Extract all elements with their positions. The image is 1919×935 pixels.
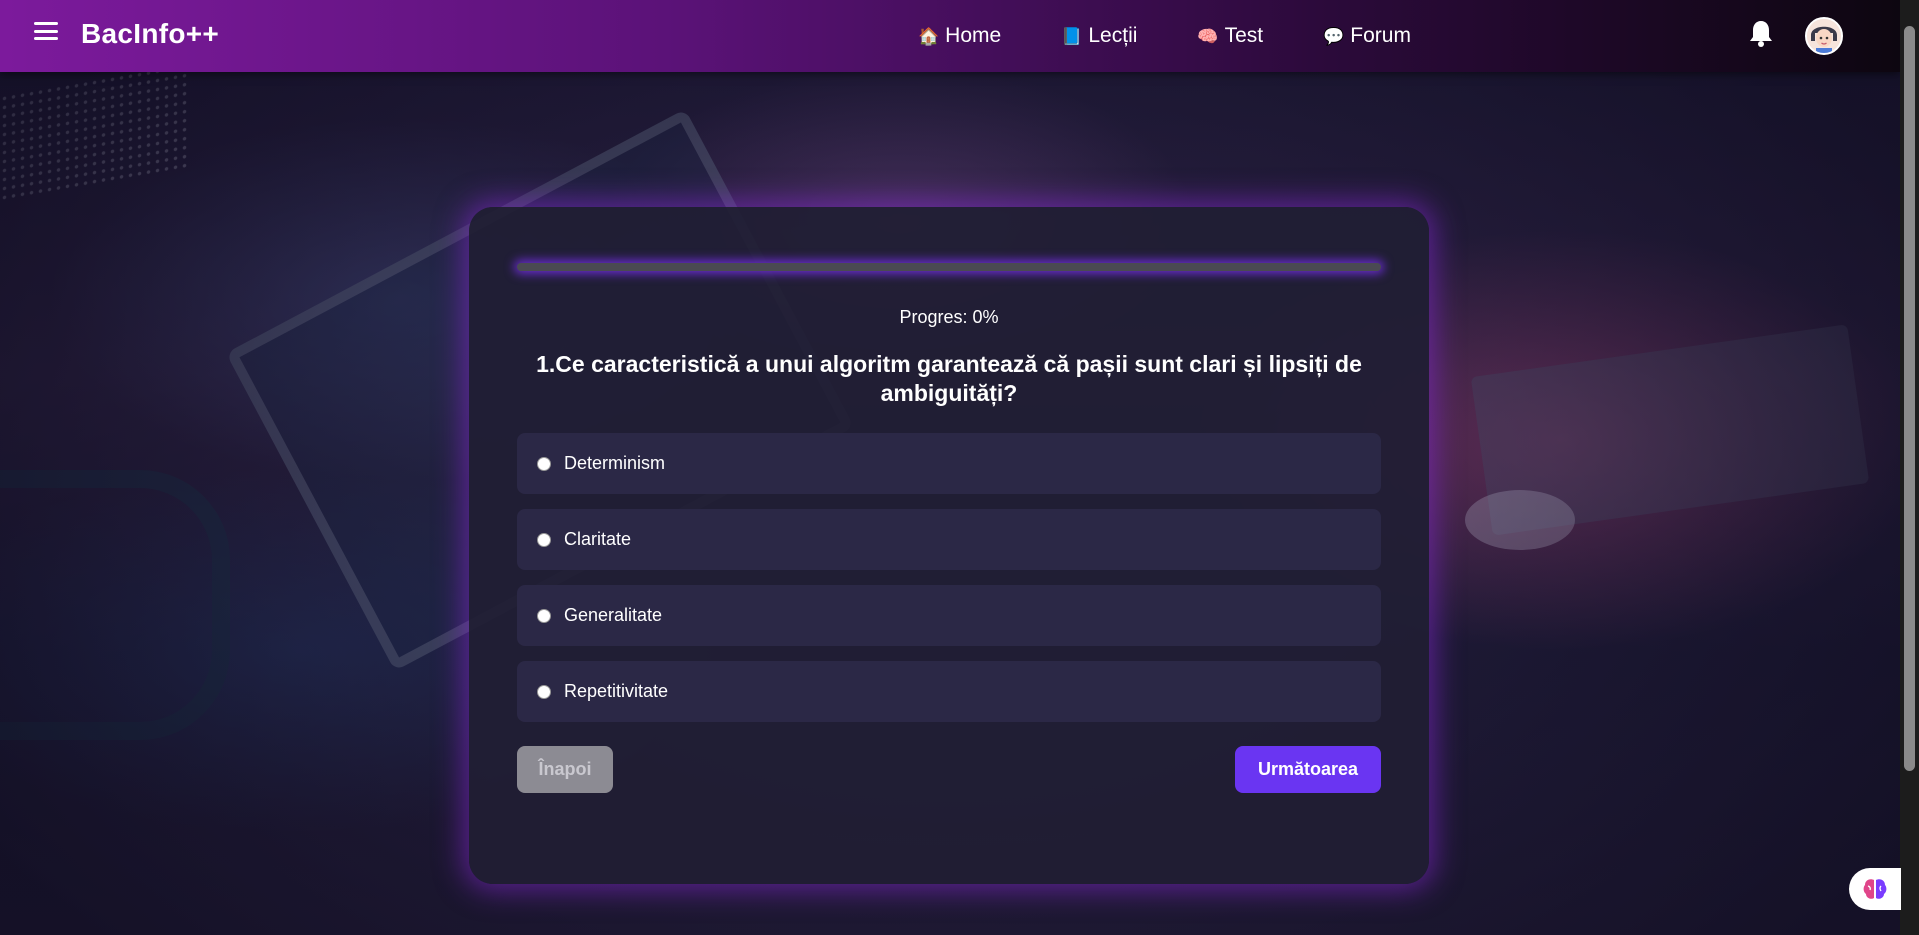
notification-bell-icon[interactable] — [1748, 19, 1774, 47]
page-scrollbar[interactable] — [1900, 0, 1919, 935]
radio-button[interactable] — [537, 684, 551, 699]
answer-option-repetitivitate[interactable]: Repetitivitate — [517, 661, 1381, 722]
answer-option-label: Repetitivitate — [564, 681, 669, 701]
answer-option-determinism[interactable]: Determinism — [517, 433, 1381, 494]
nav-link-home[interactable]: 🏠 Home — [918, 24, 1001, 48]
book-icon: 📘 — [1061, 26, 1083, 46]
brain-icon: 🧠 — [1197, 26, 1219, 46]
nav-link-label: Test — [1224, 24, 1264, 47]
speech-bubble-icon: 💬 — [1323, 26, 1345, 46]
radio-button[interactable] — [537, 608, 551, 623]
assistant-widget[interactable] — [1849, 868, 1901, 910]
answer-option-label: Claritate — [564, 529, 632, 549]
user-avatar[interactable] — [1805, 17, 1843, 55]
main-nav: 🏠 Home 📘 Lecții 🧠 Test 💬 Forum — [918, 0, 1471, 72]
quiz-card: Progres: 0% 1.Ce caracteristică a unui a… — [469, 207, 1429, 884]
answer-option-label: Generalitate — [564, 605, 663, 625]
answer-options: Determinism Claritate Generalitate Repet… — [517, 433, 1381, 737]
brand-logo[interactable]: BacInfo++ — [81, 18, 219, 50]
nav-link-lectii[interactable]: 📘 Lecții — [1061, 24, 1137, 48]
answer-option-generalitate[interactable]: Generalitate — [517, 585, 1381, 646]
question-text: 1.Ce caracteristică a unui algoritm gara… — [536, 351, 1362, 406]
nav-link-label: Lecții — [1088, 24, 1138, 47]
next-button[interactable]: Următoarea — [1235, 746, 1381, 793]
nav-link-label: Forum — [1350, 24, 1411, 47]
house-icon: 🏠 — [918, 26, 940, 46]
back-button[interactable]: Înapoi — [517, 746, 613, 793]
progress-label: Progres: 0% — [899, 307, 999, 327]
scrollbar-thumb[interactable] — [1904, 26, 1915, 771]
brain-icon — [1863, 879, 1887, 899]
nav-link-forum[interactable]: 💬 Forum — [1323, 24, 1411, 48]
hamburger-menu-icon[interactable] — [34, 22, 58, 40]
top-navbar: BacInfo++ 🏠 Home 📘 Lecții 🧠 Test 💬 Forum — [0, 0, 1900, 72]
answer-option-label: Determinism — [564, 453, 666, 473]
progress-bar — [517, 263, 1381, 271]
radio-button[interactable] — [537, 456, 551, 471]
nav-link-label: Home — [945, 24, 1002, 47]
answer-option-claritate[interactable]: Claritate — [517, 509, 1381, 570]
nav-link-test[interactable]: 🧠 Test — [1197, 24, 1263, 48]
radio-button[interactable] — [537, 532, 551, 547]
